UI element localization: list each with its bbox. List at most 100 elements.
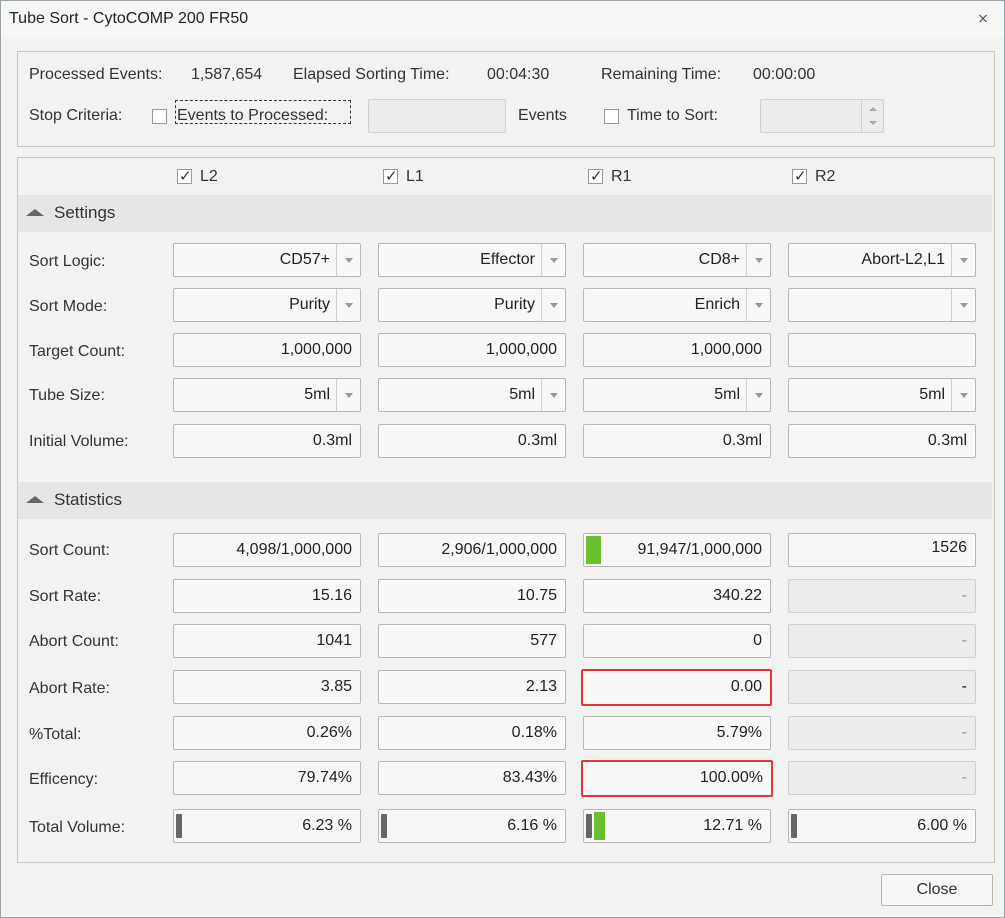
sort-logic-l1-select[interactable]: Effector [378,243,566,277]
abort-count-label: Abort Count: [29,633,119,650]
tube-size-l2-select[interactable]: 5ml [173,378,361,412]
efficiency-r2: - [788,761,976,795]
target-count-l1-input[interactable]: 1,000,000 [378,333,566,367]
initial-volume-r2-input[interactable]: 0.3ml [788,424,976,458]
volume-marker-icon [381,814,387,838]
time-to-sort-label[interactable]: Time to Sort: [627,107,718,125]
sort-count-l1: 2,906/1,000,000 [378,533,566,567]
chevron-down-icon [746,289,770,321]
abort-count-r2: - [788,624,976,658]
sort-rate-label: Sort Rate: [29,588,102,605]
processed-events-value: 1,587,654 [191,66,263,83]
chevron-down-icon [541,379,565,411]
tube-size-l1-select[interactable]: 5ml [378,378,566,412]
statistics-title: Statistics [54,490,123,509]
column-r1-checkbox[interactable] [588,167,603,185]
sort-rate-l1: 10.75 [378,579,566,613]
tube-sort-dialog: Tube Sort - CytoCOMP 200 FR50 ⨯ Processe… [0,0,1005,918]
events-to-process-input[interactable] [368,99,506,133]
close-button[interactable]: Close [881,874,993,906]
initial-volume-l2-input[interactable]: 0.3ml [173,424,361,458]
column-r2-label: R2 [815,168,836,185]
settings-section-header[interactable]: Settings [18,195,992,232]
abort-rate-r2: - [788,670,976,704]
sort-mode-r2-select[interactable] [788,288,976,322]
column-l1-checkbox[interactable] [383,167,398,185]
total-volume-l2: 6.23 % [173,809,361,843]
total-volume-r2: 6.00 % [788,809,976,843]
abort-rate-l1: 2.13 [378,670,566,704]
sort-rate-r2: - [788,579,976,613]
events-to-process-checkbox[interactable] [152,109,167,124]
efficiency-l2: 79.74% [173,761,361,795]
chevron-down-icon [336,244,360,276]
column-r2-checkbox[interactable] [792,167,807,185]
time-to-sort-input[interactable] [760,99,884,133]
sort-logic-l2-select[interactable]: CD57+ [173,243,361,277]
statistics-section-header[interactable]: Statistics [18,482,992,519]
sort-count-r1: 91,947/1,000,000 [583,533,771,567]
sort-count-r2: 1526 [788,533,976,567]
volume-marker-icon [176,814,182,838]
sort-mode-l1-select[interactable]: Purity [378,288,566,322]
remaining-time-value: 00:00:00 [753,66,816,83]
collapse-icon[interactable] [26,209,44,216]
total-volume-label: Total Volume: [29,819,126,836]
tube-size-r1-select[interactable]: 5ml [583,378,771,412]
column-r1-label: R1 [611,168,632,185]
sort-mode-l2-select[interactable]: Purity [173,288,361,322]
chevron-down-icon [746,244,770,276]
sort-logic-label: Sort Logic: [29,253,106,270]
sort-logic-r2-select[interactable]: Abort-L2,L1 [788,243,976,277]
initial-volume-l1-input[interactable]: 0.3ml [378,424,566,458]
chevron-down-icon [746,379,770,411]
volume-marker-icon [586,814,592,838]
efficiency-r1-highlighted: 100.00% [581,760,773,797]
abort-count-r1: 0 [583,624,771,658]
time-spinner-icon[interactable] [861,100,883,132]
remaining-time-label: Remaining Time: [601,66,722,83]
elapsed-time-value: 00:04:30 [487,66,550,83]
percent-total-r1: 5.79% [583,716,771,750]
abort-rate-l2: 3.85 [173,670,361,704]
chevron-down-icon [336,379,360,411]
time-to-sort-checkbox[interactable] [604,109,619,124]
sort-count-progress [586,536,601,564]
sort-rate-l2: 15.16 [173,579,361,613]
settings-title: Settings [54,203,116,222]
percent-total-r2: - [788,716,976,750]
tube-size-r2-select[interactable]: 5ml [788,378,976,412]
abort-rate-r1-highlighted: 0.00 [581,669,772,706]
sort-count-label: Sort Count: [29,542,110,559]
collapse-icon[interactable] [26,496,44,503]
chevron-down-icon [336,289,360,321]
close-icon[interactable]: ⨯ [976,11,990,25]
sort-rate-r1: 340.22 [583,579,771,613]
window-title: Tube Sort - CytoCOMP 200 FR50 [9,10,249,27]
sort-mode-r1-select[interactable]: Enrich [583,288,771,322]
efficiency-label: Efficency: [29,771,99,788]
sort-count-l2: 4,098/1,000,000 [173,533,361,567]
target-count-r2-input[interactable] [788,333,976,367]
chevron-down-icon [541,244,565,276]
tube-size-label: Tube Size: [29,387,105,404]
initial-volume-label: Initial Volume: [29,433,129,450]
target-count-l2-input[interactable]: 1,000,000 [173,333,361,367]
total-volume-r1: 12.71 % [583,809,771,843]
initial-volume-r1-input[interactable]: 0.3ml [583,424,771,458]
percent-total-l2: 0.26% [173,716,361,750]
column-l1-label: L1 [406,168,424,185]
volume-progress [594,812,605,840]
abort-count-l1: 577 [378,624,566,658]
events-to-process-label[interactable]: Events to Processed: [177,107,328,125]
target-count-r1-input[interactable]: 1,000,000 [583,333,771,367]
title-bar: Tube Sort - CytoCOMP 200 FR50 ⨯ [1,1,1004,37]
chevron-down-icon [951,379,975,411]
column-l2-checkbox[interactable] [177,167,192,185]
abort-rate-label: Abort Rate: [29,680,110,697]
percent-total-label: %Total: [29,726,82,743]
abort-count-l2: 1041 [173,624,361,658]
sort-logic-r1-select[interactable]: CD8+ [583,243,771,277]
efficiency-l1: 83.43% [378,761,566,795]
percent-total-l1: 0.18% [378,716,566,750]
